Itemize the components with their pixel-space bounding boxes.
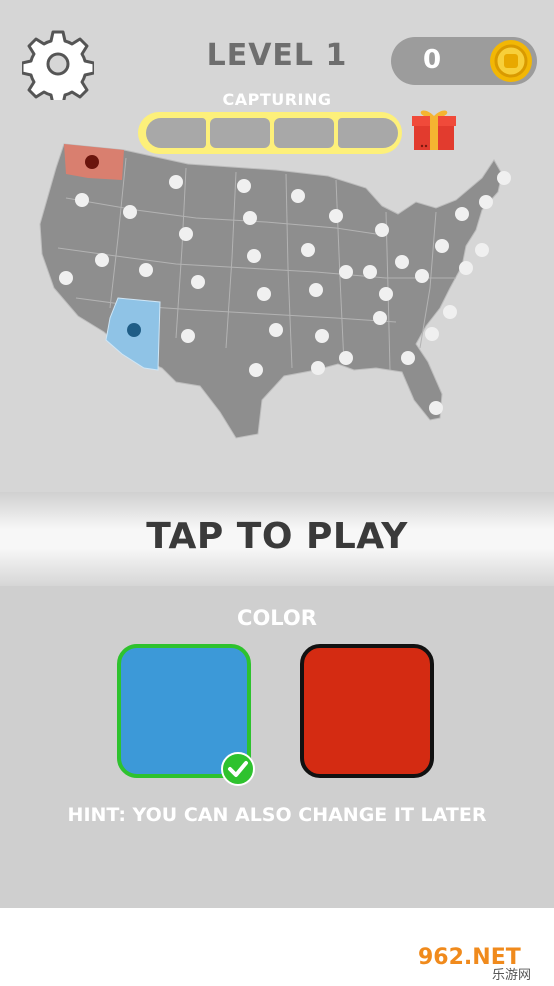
- capturing-label: CAPTURING: [222, 90, 332, 109]
- game-header-area: LEVEL 1 0 CAPTURING: [0, 0, 554, 492]
- watermark-logo: 962.NET 乐游网: [414, 940, 548, 982]
- watermark-subtext: 乐游网: [492, 968, 531, 982]
- watermark-text: 962.NET: [418, 945, 521, 970]
- hint-text: HINT: YOU CAN ALSO CHANGE IT LATER: [67, 804, 487, 826]
- player-capital-washington[interactable]: [85, 155, 99, 169]
- coin-icon: [490, 40, 532, 82]
- selected-check-icon: [221, 752, 255, 786]
- player-capital-arizona[interactable]: [127, 323, 141, 337]
- color-label: COLOR: [237, 606, 317, 630]
- coin-count: 0: [423, 45, 442, 75]
- usa-mainland-shape: [39, 143, 503, 439]
- tap-to-play-label[interactable]: TAP TO PLAY: [0, 516, 554, 557]
- usa-map: [39, 143, 511, 439]
- color-picker-panel: COLOR HINT: YOU CAN ALSO CHANGE IT LATER: [0, 586, 554, 908]
- coin-counter: 0: [391, 37, 537, 85]
- tap-to-play-banner[interactable]: TAP TO PLAY: [0, 492, 554, 586]
- color-option-red[interactable]: [300, 644, 434, 778]
